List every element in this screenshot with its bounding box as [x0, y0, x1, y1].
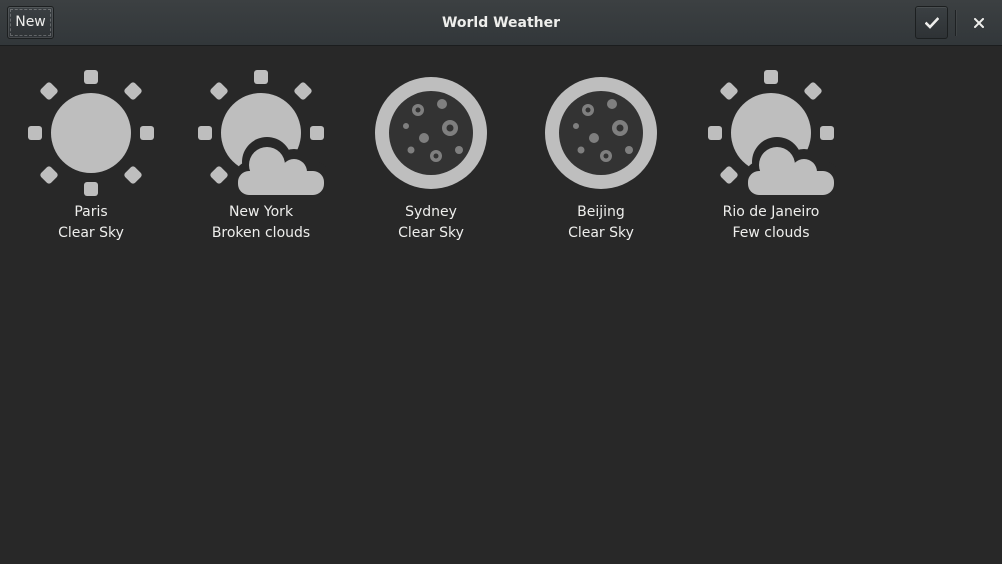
moon-icon — [375, 77, 487, 189]
location-city: New York — [228, 204, 294, 220]
close-button[interactable] — [962, 6, 995, 39]
location-tile-rio-de-janeiro[interactable]: Rio de Janeiro Few clouds — [686, 68, 856, 244]
location-condition: Clear Sky — [58, 225, 124, 241]
location-city: Sydney — [405, 204, 457, 220]
location-city: Beijing — [577, 204, 625, 220]
selection-mode-button[interactable] — [915, 6, 948, 39]
sun-cloud-icon — [708, 70, 836, 198]
header-bar: New World Weather — [0, 0, 1002, 46]
location-condition: Few clouds — [732, 225, 810, 241]
location-tile-paris[interactable]: Paris Clear Sky — [6, 68, 176, 244]
checkmark-icon — [924, 16, 939, 29]
moon-icon — [545, 77, 657, 189]
locations-grid: Paris Clear Sky New York Broken clouds S… — [0, 46, 1002, 564]
location-tile-beijing[interactable]: Beijing Clear Sky — [516, 68, 686, 244]
sun-icon — [28, 70, 154, 196]
header-separator — [955, 10, 956, 36]
location-condition: Clear Sky — [568, 225, 634, 241]
location-condition: Broken clouds — [211, 225, 311, 241]
window-title: World Weather — [441, 15, 561, 31]
close-icon — [973, 17, 984, 28]
sun-cloud-icon — [198, 70, 326, 198]
location-tile-sydney[interactable]: Sydney Clear Sky — [346, 68, 516, 244]
location-city: Paris — [74, 204, 108, 220]
app-window: New World Weather Paris Clear Sky New Yo… — [0, 0, 1002, 564]
location-condition: Clear Sky — [398, 225, 464, 241]
location-city: Rio de Janeiro — [722, 204, 820, 220]
location-tile-new-york[interactable]: New York Broken clouds — [176, 68, 346, 244]
